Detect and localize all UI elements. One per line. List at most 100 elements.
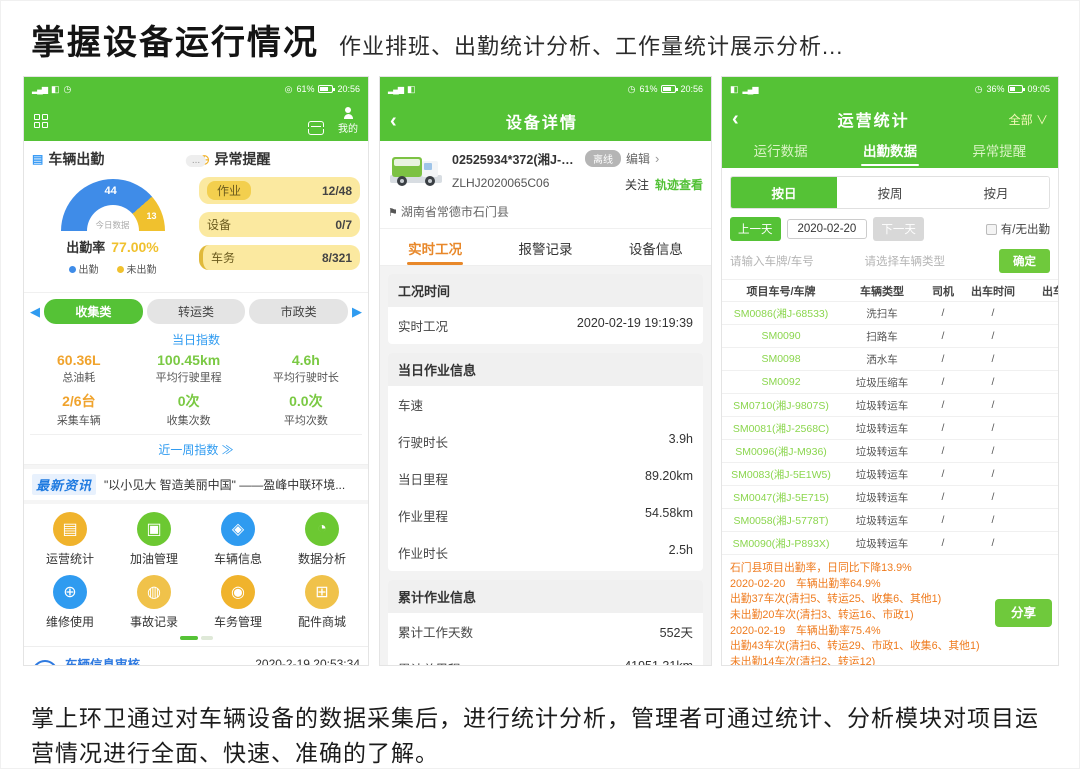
table-row: SM0710(湘J-9807S)垃圾转运车// xyxy=(722,394,1058,417)
next-day-button[interactable]: 下一天 xyxy=(873,217,924,241)
plate-link[interactable]: SM0081(湘J-2568C) xyxy=(722,421,840,436)
battery-icon xyxy=(1008,85,1023,93)
detail-row: 行驶时长3.9h xyxy=(388,423,703,460)
more-button[interactable]: ... xyxy=(186,155,206,167)
profile-label: 我的 xyxy=(338,120,358,135)
phone-screen-operation-stats: ◧▂▄▆ ◷36%09:05 ‹ 运营统计 全部 ∨ 运行数据 出勤数据 异常提… xyxy=(721,76,1059,666)
app-repair-usage[interactable]: ⊕维修使用 xyxy=(28,575,112,630)
tab-attendance-data[interactable]: 出勤数据 xyxy=(835,133,944,168)
section-title: 工况时间 xyxy=(388,274,703,307)
clock-icon: ◷ xyxy=(64,84,72,95)
follow-button[interactable]: 关注 xyxy=(625,178,649,192)
confirm-button[interactable]: 确定 xyxy=(999,249,1050,273)
vehicle-serial: ZLHJ2020065C06 xyxy=(452,176,549,193)
segment-by-day[interactable]: 按日 xyxy=(731,177,837,208)
segment-by-week[interactable]: 按周 xyxy=(837,177,943,208)
edit-button[interactable]: 编辑 xyxy=(626,150,650,167)
detail-row: 实时工况2020-02-19 19:19:39 xyxy=(388,307,703,344)
plate-link[interactable]: SM0058(湘J-5778T) xyxy=(722,513,840,528)
metrics-grid: 60.36L总油耗 100.45km平均行驶里程 4.6h平均行驶时长 2/6台… xyxy=(30,350,362,434)
prev-day-button[interactable]: 上一天 xyxy=(730,217,781,241)
app-parts-mall[interactable]: ⊞配件商城 xyxy=(280,575,364,630)
table-row: SM0086(湘J-68533)洗扫车// xyxy=(722,302,1058,325)
tab-realtime-status[interactable]: 实时工况 xyxy=(380,229,490,265)
tab-alarm-records[interactable]: 报警记录 xyxy=(490,229,600,265)
track-view-link[interactable]: 轨迹查看 xyxy=(655,178,703,192)
qr-code-icon[interactable] xyxy=(34,114,48,128)
plate-link[interactable]: SM0083(湘J-5E1W5) xyxy=(722,467,840,482)
metric-avg-mileage: 100.45km平均行驶里程 xyxy=(128,352,250,385)
device-detail-body: 工况时间 实时工况2020-02-19 19:19:39 当日作业信息 车速 行… xyxy=(380,266,711,665)
date-input[interactable]: 2020-02-20 xyxy=(787,219,868,239)
app-operation-stats[interactable]: ▤运营统计 xyxy=(28,512,112,567)
plate-link[interactable]: SM0710(湘J-9807S) xyxy=(722,398,840,413)
alert-row-device[interactable]: 设备0/7 xyxy=(199,212,360,237)
tab-device-info[interactable]: 设备信息 xyxy=(601,229,711,265)
tab-abnormal-alerts[interactable]: 异常提醒 xyxy=(945,133,1054,168)
plate-link[interactable]: SM0098 xyxy=(722,353,840,365)
table-row: SM0090(湘J-P893X)垃圾转运车// xyxy=(722,532,1058,555)
category-tab-transfer[interactable]: 转运类 xyxy=(147,299,246,324)
vehicle-type-select[interactable]: 请选择车辆类型 xyxy=(865,253,994,269)
back-button[interactable]: ‹ xyxy=(732,109,739,129)
alert-row-work[interactable]: 作业12/48 xyxy=(199,177,360,204)
vehicle-location: ⚑湖南省常德市石门县 xyxy=(380,201,711,229)
app-accident-records[interactable]: ◍事故记录 xyxy=(112,575,196,630)
notice-row[interactable]: ◉ 车辆信息审核 石门县项目车辆信息审核中 2020-2-19 20:53:34… xyxy=(24,646,368,666)
table-row: SM0081(湘J-2568C)垃圾转运车// xyxy=(722,417,1058,440)
back-button[interactable]: ‹ xyxy=(390,111,397,131)
table-row: SM0058(湘J-5778T)垃圾转运车// xyxy=(722,509,1058,532)
home-header: 我的 xyxy=(24,101,368,141)
prev-category-arrow[interactable]: ◀ xyxy=(30,304,40,320)
tab-running-data[interactable]: 运行数据 xyxy=(726,133,835,168)
metric-avg-duration: 4.6h平均行驶时长 xyxy=(250,352,362,385)
plate-link[interactable]: SM0092 xyxy=(722,376,840,388)
page-title: 掌握设备运行情况 xyxy=(31,15,319,64)
next-category-arrow[interactable]: ▶ xyxy=(352,304,362,320)
app-fuel-management[interactable]: ▣加油管理 xyxy=(112,512,196,567)
category-tab-collect[interactable]: 收集类 xyxy=(44,299,143,324)
clock-icon: ◷ xyxy=(975,84,983,95)
metric-collect-vehicles: 2/6台采集车辆 xyxy=(30,391,128,428)
alert-row-vehicle[interactable]: 车务8/321 xyxy=(199,245,360,270)
app-data-analysis[interactable]: ◔数据分析 xyxy=(280,512,364,567)
statusbar-1: ▂▄▆◧◷ ◎61%20:56 xyxy=(24,77,368,101)
news-badge: 最新资讯 xyxy=(32,474,96,495)
plate-link[interactable]: SM0086(湘J-68533) xyxy=(722,306,840,321)
table-row: SM0090扫路车// xyxy=(722,325,1058,348)
rate-value: 77.00% xyxy=(111,239,158,255)
app-vehicle-management[interactable]: ◉车务管理 xyxy=(196,575,280,630)
segment-by-month[interactable]: 按月 xyxy=(943,177,1049,208)
detail-row: 作业时长2.5h xyxy=(388,534,703,571)
table-row: SM0096(湘J-M936)垃圾转运车// xyxy=(722,440,1058,463)
week-index-link[interactable]: 近一周指数 ≫ xyxy=(30,434,362,464)
signal-icon: ▂▄▆ xyxy=(743,85,758,94)
detail-row: 累计工作天数552天 xyxy=(388,613,703,650)
stats-title: 运营统计 xyxy=(838,107,910,131)
signal-icon: ▂▄▆ xyxy=(32,85,47,94)
stats-header: ‹ 运营统计 全部 ∨ 运行数据 出勤数据 异常提醒 xyxy=(722,101,1058,168)
plate-link[interactable]: SM0047(湘J-5E715) xyxy=(722,490,840,505)
chevron-right-icon[interactable]: › xyxy=(655,151,659,166)
notice-time: 2020-2-19 20:53:34 xyxy=(255,657,360,667)
attendance-checkbox[interactable]: 有/无出勤 xyxy=(986,221,1050,237)
plate-search-input[interactable]: 请输入车牌/车号 xyxy=(730,253,859,269)
statusbar-3: ◧▂▄▆ ◷36%09:05 xyxy=(722,77,1058,101)
share-button[interactable]: 分享 xyxy=(995,599,1052,627)
device-detail-header: ‹ 设备详情 xyxy=(380,101,711,141)
plate-link[interactable]: SM0096(湘J-M936) xyxy=(722,444,840,459)
device-tabs: 实时工况 报警记录 设备信息 xyxy=(380,229,711,266)
profile-button[interactable]: 我的 xyxy=(338,107,358,135)
app-vehicle-info[interactable]: ◈车辆信息 xyxy=(196,512,280,567)
nfc-icon: ◧ xyxy=(51,84,60,95)
legend-absent: 未出勤 xyxy=(117,261,157,276)
scan-icon[interactable] xyxy=(308,121,324,135)
statusbar-time: 20:56 xyxy=(680,84,703,94)
news-ticker[interactable]: 最新资讯 "以小见大 智造美丽中国" ——盈峰中联环境... xyxy=(24,465,368,504)
category-tab-municipal[interactable]: 市政类 xyxy=(249,299,348,324)
plate-link[interactable]: SM0090 xyxy=(722,330,840,342)
section-title: 当日作业信息 xyxy=(388,353,703,386)
filter-all-dropdown[interactable]: 全部 ∨ xyxy=(1009,111,1048,128)
plate-link[interactable]: SM0090(湘J-P893X) xyxy=(722,536,840,551)
table-header-row: 项目车号/车牌车辆类型司机出车时间出车 xyxy=(722,279,1058,302)
